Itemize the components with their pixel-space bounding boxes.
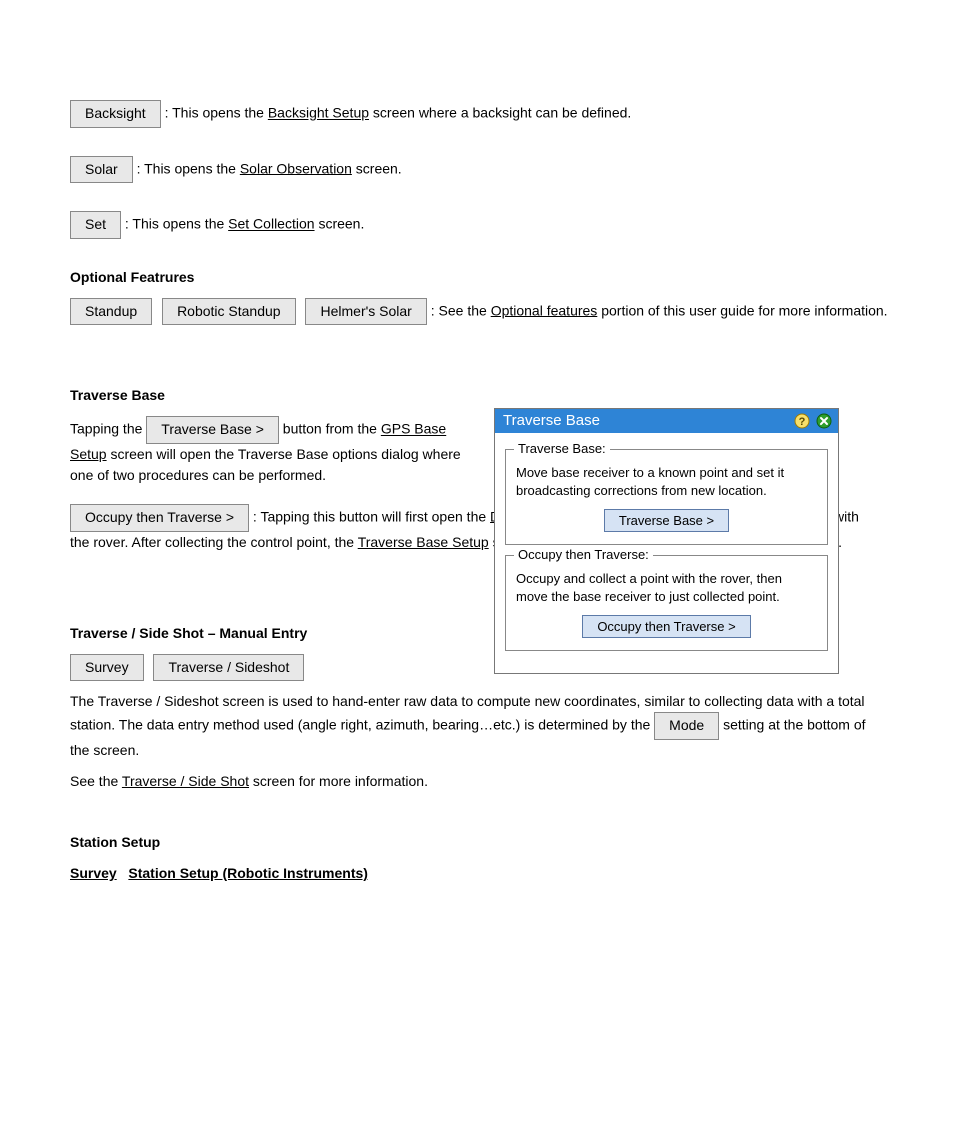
traverse-sideshot-link[interactable]: Traverse / Side Shot [122, 773, 249, 789]
text: screen. [356, 160, 402, 176]
text: screen. [318, 216, 364, 232]
text: portion of this user guide for more info… [601, 302, 887, 318]
text: : This opens the [165, 105, 268, 121]
text: : See the [431, 302, 491, 318]
backsight-button[interactable]: Backsight [70, 100, 161, 128]
text: See the [70, 773, 122, 789]
traverse-base-button[interactable]: Traverse Base > [146, 416, 279, 444]
svg-text:?: ? [799, 416, 806, 428]
survey-button[interactable]: Survey [70, 654, 144, 682]
close-icon[interactable] [816, 413, 832, 429]
dialog-title: Traverse Base [503, 412, 600, 429]
helmers-solar-button[interactable]: Helmer's Solar [305, 298, 426, 326]
optional-features-link[interactable]: Optional features [491, 302, 598, 318]
occupy-then-traverse-action-button[interactable]: Occupy then Traverse > [582, 615, 750, 638]
survey-nav: Survey [70, 865, 117, 881]
traverse-base-heading: Traverse Base [70, 385, 894, 406]
traverse-base-action-button[interactable]: Traverse Base > [604, 509, 729, 532]
text: screen where a backsight can be defined. [373, 105, 631, 121]
text: : This opens the [137, 160, 240, 176]
group-desc: Move base receiver to a known point and … [516, 464, 817, 499]
text: : This opens the [125, 216, 228, 232]
station-setup-heading: Station Setup [70, 832, 894, 853]
group-desc: Occupy and collect a point with the rove… [516, 570, 817, 605]
text: button from the [283, 421, 381, 437]
help-icon[interactable]: ? [794, 413, 810, 429]
solar-button[interactable]: Solar [70, 156, 133, 184]
set-collection-link[interactable]: Set Collection [228, 216, 314, 232]
traverse-sideshot-button[interactable]: Traverse / Sideshot [153, 654, 304, 682]
traverse-base-dialog: Traverse Base ? Traverse Base: Move base… [494, 408, 839, 674]
solar-observation-link[interactable]: Solar Observation [240, 160, 352, 176]
occupy-then-traverse-button[interactable]: Occupy then Traverse > [70, 504, 249, 532]
text: screen will open the Traverse Base optio… [70, 446, 461, 483]
dialog-titlebar: Traverse Base ? [495, 409, 838, 433]
text: : Tapping this button will first open th… [253, 508, 490, 524]
text: screen for more information. [253, 773, 428, 789]
backsight-setup-link[interactable]: Backsight Setup [268, 105, 369, 121]
group-legend: Traverse Base: [514, 441, 610, 456]
traverse-base-group: Traverse Base: Move base receiver to a k… [505, 449, 828, 545]
text: Tapping the [70, 421, 146, 437]
traverse-base-setup-link[interactable]: Traverse Base Setup [358, 534, 489, 550]
station-setup-nav: Station Setup (Robotic Instruments) [128, 865, 368, 881]
robotic-standup-button[interactable]: Robotic Standup [162, 298, 296, 326]
mode-button[interactable]: Mode [654, 712, 719, 740]
optional-features-heading: Optional Featrures [70, 267, 894, 288]
standup-button[interactable]: Standup [70, 298, 152, 326]
set-button[interactable]: Set [70, 211, 121, 239]
occupy-then-traverse-group: Occupy then Traverse: Occupy and collect… [505, 555, 828, 651]
group-legend: Occupy then Traverse: [514, 547, 653, 562]
